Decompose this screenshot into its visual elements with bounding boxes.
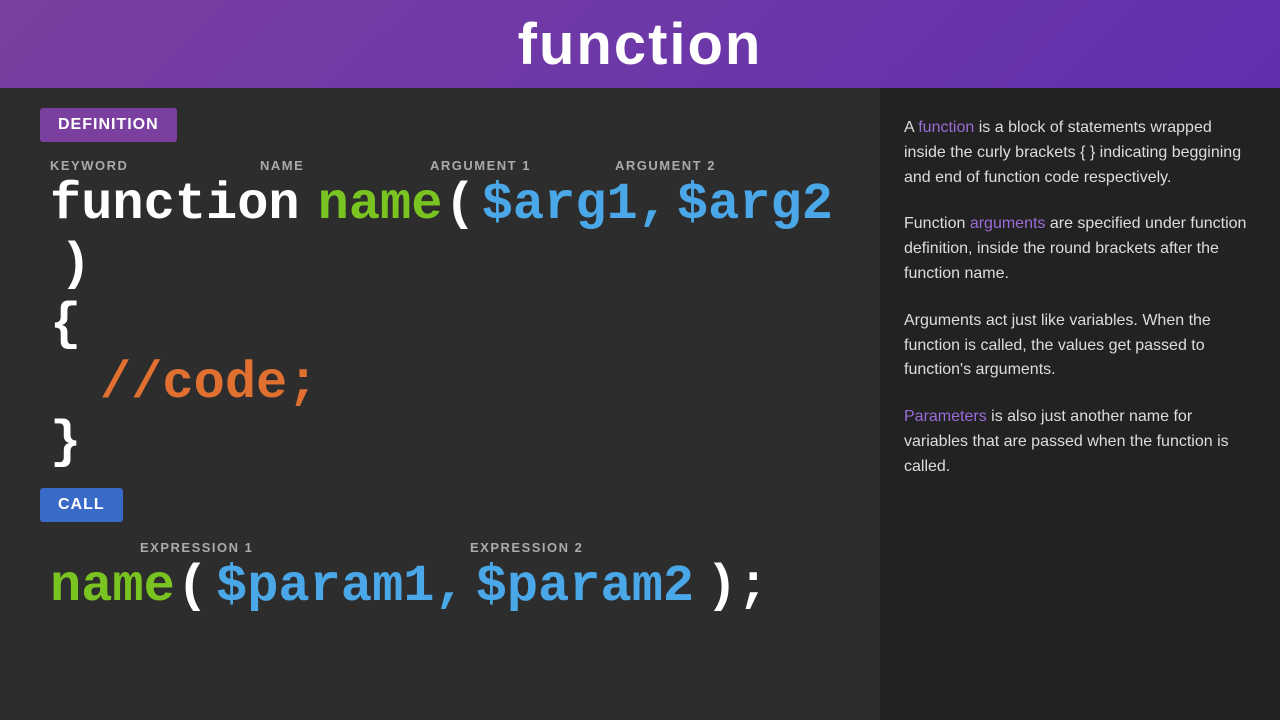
para-function-def: A function is a block of statements wrap… <box>904 116 1256 190</box>
label-expr1: EXPRESSION 1 <box>140 540 410 555</box>
para2-highlight: arguments <box>970 215 1046 232</box>
call-labels: EXPRESSION 1 EXPRESSION 2 <box>40 540 840 555</box>
call-badge: CALL <box>40 488 840 532</box>
label-expr2: EXPRESSION 2 <box>470 540 670 555</box>
keyword-token: function <box>50 175 300 235</box>
right-panel: A function is a block of statements wrap… <box>880 88 1280 720</box>
call-open-paren-token: ( <box>177 557 208 616</box>
para1-highlight: function <box>918 119 974 136</box>
comment-token: //code; <box>100 354 318 413</box>
call-code-line: name ( $param1, $param2 ); <box>40 557 840 616</box>
label-name: NAME <box>260 158 430 173</box>
left-panel: DEFINITION KEYWORD NAME ARGUMENT 1 ARGUM… <box>0 88 880 720</box>
definition-labels: KEYWORD NAME ARGUMENT 1 ARGUMENT 2 <box>40 158 840 173</box>
label-arg2: ARGUMENT 2 <box>615 158 775 173</box>
label-arg1: ARGUMENT 1 <box>430 158 615 173</box>
para-parameters-def: Parameters is also just another name for… <box>904 405 1256 479</box>
arg2-token: $arg2 <box>677 175 833 235</box>
name-token: name <box>318 175 443 235</box>
header-title: function <box>518 11 763 78</box>
code-comment-line: //code; <box>50 354 840 413</box>
param2-token: $param2 <box>476 557 694 616</box>
call-name-token: name <box>50 557 175 616</box>
para4-highlight: Parameters <box>904 408 987 425</box>
para-arguments-def: Function arguments are specified under f… <box>904 212 1256 286</box>
header: function <box>0 0 1280 88</box>
arg1-token: $arg1, <box>482 175 669 235</box>
label-keyword: KEYWORD <box>50 158 260 173</box>
close-paren-token: ) <box>60 235 91 295</box>
definition-badge: DEFINITION <box>40 108 840 152</box>
param1-token: $param1, <box>216 557 466 616</box>
call-close-token: ); <box>706 557 768 616</box>
para-arguments-act: Arguments act just like variables. When … <box>904 309 1256 383</box>
open-brace-token: { <box>50 295 840 354</box>
para2-before: Function <box>904 215 970 232</box>
close-brace-token: } <box>50 413 840 472</box>
open-paren-token: ( <box>444 175 475 235</box>
definition-code-line: function name ( $arg1, $arg2 ) <box>40 175 840 295</box>
definition-body: { //code; } <box>40 295 840 472</box>
para1-before: A <box>904 119 918 136</box>
main-content: DEFINITION KEYWORD NAME ARGUMENT 1 ARGUM… <box>0 88 1280 720</box>
